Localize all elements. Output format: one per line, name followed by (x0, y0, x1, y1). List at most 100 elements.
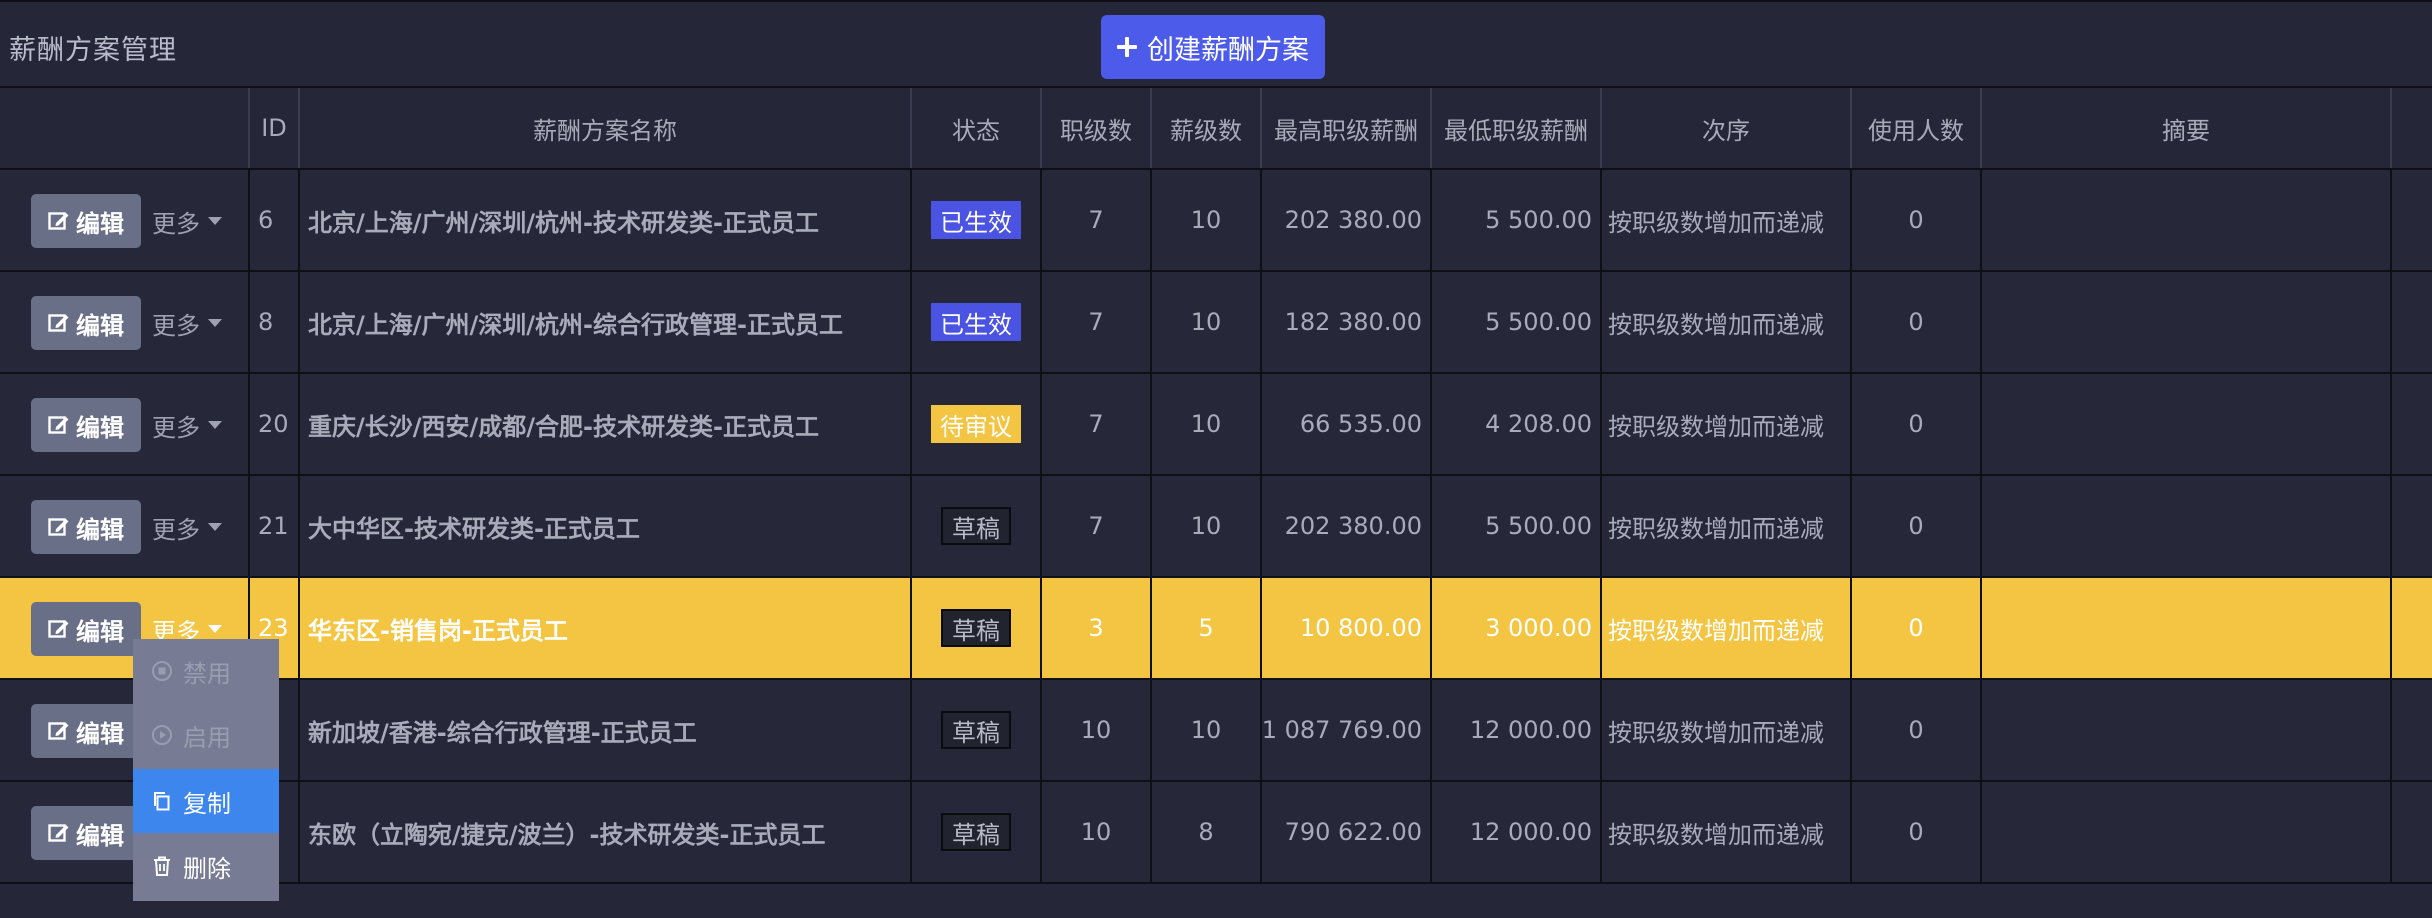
header-summary[interactable]: 摘要 (1982, 88, 2390, 168)
cell-grade-count: 10 (1080, 818, 1112, 846)
cell-min-salary: 12 000.00 (1469, 716, 1592, 744)
edit-icon (48, 314, 69, 332)
table-row[interactable]: 编辑 更多 5 东欧（立陶宛/捷克/波兰）-技术研发类-正式员工 草稿 10 8… (0, 782, 2432, 884)
edit-label: 编辑 (76, 413, 124, 442)
cell-grade-count: 7 (1088, 206, 1104, 234)
header-min-salary[interactable]: 最低职级薪酬 (1432, 88, 1600, 168)
cell-level-count: 10 (1190, 206, 1222, 234)
cell-id: 8 (258, 308, 274, 336)
cell-name: 北京/上海/广州/深圳/杭州-综合行政管理-正式员工 (308, 310, 843, 339)
cell-level-count: 10 (1190, 410, 1222, 438)
cell-max-salary: 10 800.00 (1299, 614, 1422, 642)
chevron-down-icon (208, 523, 222, 531)
cell-user-count: 0 (1908, 716, 1924, 744)
edit-label: 编辑 (76, 719, 124, 748)
status-badge: 待审议 (931, 405, 1021, 443)
cell-id: 21 (258, 512, 289, 540)
cell-status: 草稿 (912, 680, 1040, 780)
cell-summary (1982, 782, 2390, 882)
edit-button[interactable]: 编辑 (31, 296, 141, 350)
cell-level-count: 10 (1190, 716, 1222, 744)
cell-grade-count: 3 (1088, 614, 1104, 642)
edit-icon (48, 518, 69, 536)
edit-button[interactable]: 编辑 (31, 194, 141, 248)
copy-icon (151, 790, 183, 812)
header-id[interactable]: ID (250, 88, 298, 168)
edit-label: 编辑 (76, 515, 124, 544)
more-label: 更多 (152, 209, 200, 238)
create-plan-button[interactable]: 创建薪酬方案 (1101, 15, 1325, 79)
cell-order: 按职级数增加而递减 (1608, 208, 1824, 237)
table-row[interactable]: 编辑 更多 20 重庆/长沙/西安/成都/合肥-技术研发类-正式员工 待审议 7… (0, 374, 2432, 476)
edit-icon (48, 722, 69, 740)
cell-max-salary: 202 380.00 (1284, 512, 1422, 540)
cell-min-salary: 3 000.00 (1485, 614, 1592, 642)
cell-summary (1982, 578, 2390, 678)
cell-min-salary: 5 500.00 (1485, 206, 1592, 234)
header-order[interactable]: 次序 (1602, 88, 1850, 168)
table-row[interactable]: 编辑 更多 8 北京/上海/广州/深圳/杭州-综合行政管理-正式员工 已生效 7… (0, 272, 2432, 374)
cell-max-salary: 790 622.00 (1284, 818, 1422, 846)
more-label: 更多 (152, 515, 200, 544)
edit-label: 编辑 (76, 821, 124, 850)
table-row[interactable]: 编辑 更多 21 大中华区-技术研发类-正式员工 草稿 7 10 202 380… (0, 476, 2432, 578)
edit-button[interactable]: 编辑 (31, 806, 141, 860)
cell-min-salary: 4 208.00 (1485, 410, 1592, 438)
header-level-count[interactable]: 薪级数 (1152, 88, 1260, 168)
edit-icon (48, 212, 69, 230)
cell-name: 东欧（立陶宛/捷克/波兰）-技术研发类-正式员工 (308, 820, 826, 849)
more-button[interactable]: 更多 (152, 398, 222, 452)
cell-order: 按职级数增加而递减 (1608, 820, 1824, 849)
cell-max-salary: 1 087 769.00 (1262, 716, 1422, 744)
edit-icon (48, 824, 69, 842)
cell-summary (1982, 170, 2390, 270)
header-name[interactable]: 薪酬方案名称 (300, 88, 910, 168)
table-row[interactable]: 编辑 更多 5 新加坡/香港-综合行政管理-正式员工 草稿 10 10 1 08… (0, 680, 2432, 782)
header-user-count[interactable]: 使用人数 (1852, 88, 1980, 168)
edit-button[interactable]: 编辑 (31, 602, 141, 656)
trash-icon (151, 855, 183, 877)
status-badge: 已生效 (931, 201, 1021, 239)
cell-status: 已生效 (912, 170, 1040, 270)
status-badge: 草稿 (941, 507, 1011, 545)
column-divider (2390, 88, 2392, 168)
more-button[interactable]: 更多 (152, 194, 222, 248)
cell-max-salary: 182 380.00 (1284, 308, 1422, 336)
column-divider (2390, 170, 2392, 270)
cell-grade-count: 7 (1088, 410, 1104, 438)
cell-name: 华东区-销售岗-正式员工 (308, 616, 568, 645)
dropdown-item-2[interactable]: 复制 (133, 769, 279, 833)
cell-grade-count: 10 (1080, 716, 1112, 744)
column-divider (2390, 680, 2392, 780)
page-title: 薪酬方案管理 (9, 35, 177, 66)
dropdown-item-3[interactable]: 删除 (133, 834, 279, 898)
table-row[interactable]: 编辑 更多 23 华东区-销售岗-正式员工 草稿 3 5 10 800.00 3… (0, 578, 2432, 680)
more-button[interactable]: 更多 (152, 296, 222, 350)
status-badge: 草稿 (941, 711, 1011, 749)
cell-user-count: 0 (1908, 410, 1924, 438)
cell-status: 待审议 (912, 374, 1040, 474)
cell-order: 按职级数增加而递减 (1608, 616, 1824, 645)
more-button[interactable]: 更多 (152, 500, 222, 554)
cell-summary (1982, 476, 2390, 576)
dropdown-item-label: 启用 (183, 723, 231, 752)
status-badge: 草稿 (941, 813, 1011, 851)
cell-status: 草稿 (912, 476, 1040, 576)
dropdown-item-label: 禁用 (183, 659, 231, 688)
column-divider (2390, 476, 2392, 576)
table-row[interactable]: 编辑 更多 6 北京/上海/广州/深圳/杭州-技术研发类-正式员工 已生效 7 … (0, 170, 2432, 272)
toolbar: 薪酬方案管理 创建薪酬方案 (0, 2, 2432, 88)
edit-button[interactable]: 编辑 (31, 704, 141, 758)
stop-circle-icon (151, 660, 183, 682)
header-status[interactable]: 状态 (912, 88, 1040, 168)
column-divider (2390, 272, 2392, 372)
header-grade-count[interactable]: 职级数 (1042, 88, 1150, 168)
header-max-salary[interactable]: 最高职级薪酬 (1262, 88, 1430, 168)
edit-button[interactable]: 编辑 (31, 398, 141, 452)
chevron-down-icon (208, 625, 222, 633)
table-header: ID 薪酬方案名称 状态 职级数 薪级数 最高职级薪酬 最低职级薪酬 次序 使用… (0, 88, 2432, 170)
edit-button[interactable]: 编辑 (31, 500, 141, 554)
cell-min-salary: 12 000.00 (1469, 818, 1592, 846)
cell-user-count: 0 (1908, 512, 1924, 540)
cell-name: 新加坡/香港-综合行政管理-正式员工 (308, 718, 697, 747)
